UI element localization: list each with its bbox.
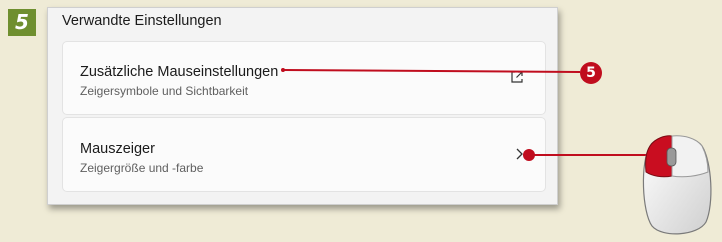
item-subtitle: Zeigergröße und -farbe [80,161,204,175]
callout-number-badge: 5 [580,62,602,84]
mouse-pointer-item[interactable]: Mauszeiger Zeigergröße und -farbe [62,117,546,192]
chevron-right-icon [516,148,523,160]
external-link-icon [511,71,523,83]
step-number-badge: 5 [8,9,36,36]
item-title: Zusätzliche Mauseinstellungen [80,64,279,80]
item-title: Mauszeiger [80,141,155,157]
section-title: Verwandte Einstellungen [62,13,222,29]
additional-mouse-settings-item[interactable]: Zusätzliche Mauseinstellungen Zeigersymb… [62,41,546,115]
item-subtitle: Zeigersymbole und Sichtbarkeit [80,84,249,98]
mouse-icon [642,135,712,235]
